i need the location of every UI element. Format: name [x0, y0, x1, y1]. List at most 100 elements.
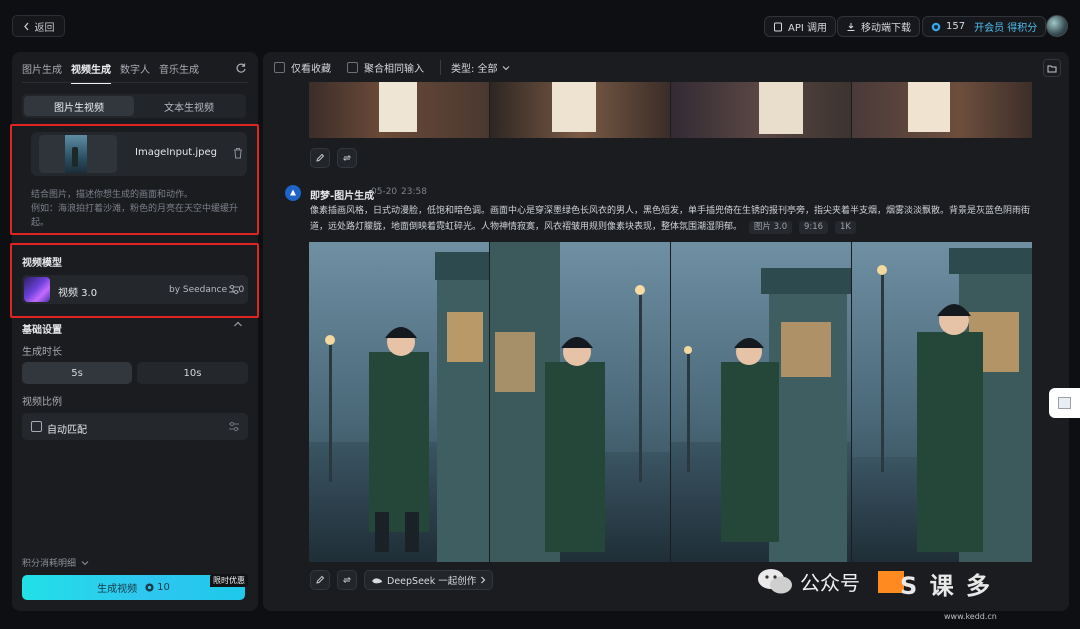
dreamina-logo-icon	[285, 185, 301, 201]
credit-coin-icon	[145, 583, 154, 592]
credits-count: 157	[946, 21, 966, 32]
deepseek-label: DeepSeek 一起创作	[387, 576, 477, 587]
credit-detail-toggle[interactable]: 积分消耗明细	[22, 556, 89, 569]
deepseek-whale-icon	[372, 577, 382, 583]
type-dropdown[interactable]: 类型: 全部	[440, 60, 510, 75]
merge-label: 聚合相同输入	[364, 64, 424, 75]
favorites-label: 仅看收藏	[291, 64, 331, 75]
ratio-value: 自动匹配	[47, 425, 87, 436]
image-thumbnail	[39, 135, 117, 173]
chevron-right-icon	[481, 576, 486, 584]
tab-music-gen[interactable]: 音乐生成	[159, 61, 199, 84]
watermark-brand: S 课 多	[900, 572, 992, 600]
pencil-icon	[316, 575, 325, 584]
trash-icon[interactable]	[233, 147, 243, 159]
tab-video-gen[interactable]: 视频生成	[71, 61, 111, 84]
generated-image-grid[interactable]	[309, 242, 1032, 562]
credit-coin-icon	[931, 22, 941, 31]
favorites-checkbox[interactable]	[274, 62, 285, 73]
generated-images	[309, 242, 1032, 562]
settings-sliders-icon[interactable]	[228, 421, 240, 432]
regenerate-button[interactable]	[337, 570, 357, 590]
credits-pill[interactable]: 157 开会员 得积分	[922, 16, 1047, 37]
ratio-selector[interactable]: 自动匹配	[22, 413, 248, 440]
mode-tabs: 图片生成 视频生成 数字人 音乐生成	[22, 61, 208, 84]
model-name: 视频 3.0	[58, 288, 98, 299]
chevron-up-icon[interactable]	[233, 320, 243, 328]
ratio-label: 视频比例	[22, 397, 62, 408]
merge-input-filter[interactable]: 聚合相同输入	[347, 60, 424, 75]
result-image[interactable]	[671, 82, 851, 138]
pencil-icon	[316, 153, 325, 162]
result-image[interactable]	[671, 242, 851, 562]
floating-side-button[interactable]	[1049, 388, 1080, 418]
hint-line-2: 例如：海浪拍打着沙滩，粉色的月亮在天空中缓缓升起。	[31, 204, 239, 228]
wechat-icon	[758, 569, 792, 594]
download-label: 移动端下载	[861, 23, 911, 34]
tag-ratio: 9:16	[799, 221, 829, 234]
settings-sliders-icon[interactable]	[228, 284, 240, 295]
folder-button[interactable]	[1043, 59, 1061, 77]
result-image[interactable]	[490, 242, 670, 562]
previous-result-images[interactable]	[309, 82, 1032, 138]
wechat-label: 公众号	[800, 570, 860, 595]
model-selector[interactable]: 视频 3.0 by Seedance 1.0	[22, 275, 248, 304]
api-button[interactable]: API 调用	[764, 16, 836, 37]
duration-10s-button[interactable]: 10s	[137, 362, 248, 384]
prompt-hint[interactable]: 结合图片，描述你想生成的画面和动作。 例如：海浪拍打着沙滩，粉色的月亮在天空中缓…	[31, 188, 251, 230]
merge-checkbox[interactable]	[347, 62, 358, 73]
vip-link[interactable]: 开会员 得积分	[974, 19, 1037, 34]
model-icon	[24, 277, 50, 302]
chevron-left-icon	[23, 22, 28, 30]
result-image[interactable]	[309, 82, 489, 138]
back-button[interactable]: 返回	[12, 15, 65, 37]
broken-image-icon	[1058, 397, 1071, 409]
result-image[interactable]	[490, 82, 670, 138]
watermark-url: www.kedd.cn	[944, 612, 997, 621]
results-panel: 仅看收藏 聚合相同输入 类型: 全部 即梦-图片生成 05-20 23:58 像…	[263, 52, 1069, 611]
tab-digital-human[interactable]: 数字人	[120, 61, 150, 84]
tab-image-to-video[interactable]: 图片生视频	[24, 96, 134, 116]
generate-label: 生成视频	[97, 584, 138, 595]
edit-button[interactable]	[310, 570, 330, 590]
reset-icon[interactable]	[235, 62, 247, 74]
api-label: API 调用	[788, 23, 827, 34]
result-image[interactable]	[309, 242, 495, 562]
top-bar: 返回 API 调用 移动端下载 157 开会员 得积分	[0, 0, 1080, 52]
generate-cost-value: 10	[157, 582, 170, 593]
image-upload-card[interactable]: ImageInput.jpeg	[31, 132, 247, 176]
video-sub-tabs: 图片生视频 文本生视频	[22, 94, 246, 118]
mobile-download-button[interactable]: 移动端下载	[837, 16, 920, 37]
deepseek-cocreate-button[interactable]: DeepSeek 一起创作	[364, 570, 494, 590]
duration-5s-button[interactable]: 5s	[22, 362, 132, 384]
left-panel: 图片生成 视频生成 数字人 音乐生成 图片生视频 文本生视频 ImageInpu…	[10, 52, 259, 611]
tag-model: 图片 3.0	[748, 221, 793, 234]
regenerate-button[interactable]	[337, 148, 357, 168]
wechat-watermark: 公众号	[756, 566, 860, 596]
prompt-text[interactable]: 像素插画风格，日式动漫脸，低饱和暗色调。画面中心是穿深墨绿色长风衣的男人，黑色短…	[310, 203, 1036, 235]
chevron-down-icon	[502, 65, 509, 70]
download-icon	[847, 22, 855, 31]
tab-text-to-video[interactable]: 文本生视频	[134, 96, 244, 116]
back-label: 返回	[34, 22, 55, 34]
avatar[interactable]	[1046, 15, 1068, 37]
entry-date: 05-20	[371, 187, 398, 197]
favorites-filter[interactable]: 仅看收藏	[274, 60, 331, 75]
entry-title: 即梦-图片生成	[310, 191, 375, 202]
tab-image-gen[interactable]: 图片生成	[22, 61, 62, 84]
aspect-ratio-icon	[31, 421, 42, 432]
tag-resolution: 1K	[834, 221, 856, 234]
generate-cost: 10	[145, 582, 170, 593]
api-icon	[774, 22, 782, 31]
hint-line-1: 结合图片，描述你想生成的画面和动作。	[31, 190, 194, 200]
credit-detail-label: 积分消耗明细	[22, 559, 77, 569]
basic-settings-label: 基础设置	[22, 325, 62, 336]
chevron-down-icon	[81, 560, 89, 565]
tab-divider	[22, 82, 248, 83]
result-image[interactable]	[852, 82, 1032, 138]
type-label: 类型: 全部	[451, 64, 498, 75]
file-name: ImageInput.jpeg	[135, 147, 218, 158]
result-image[interactable]	[852, 242, 1032, 562]
entry-time: 23:58	[401, 187, 427, 197]
edit-button[interactable]	[310, 148, 330, 168]
